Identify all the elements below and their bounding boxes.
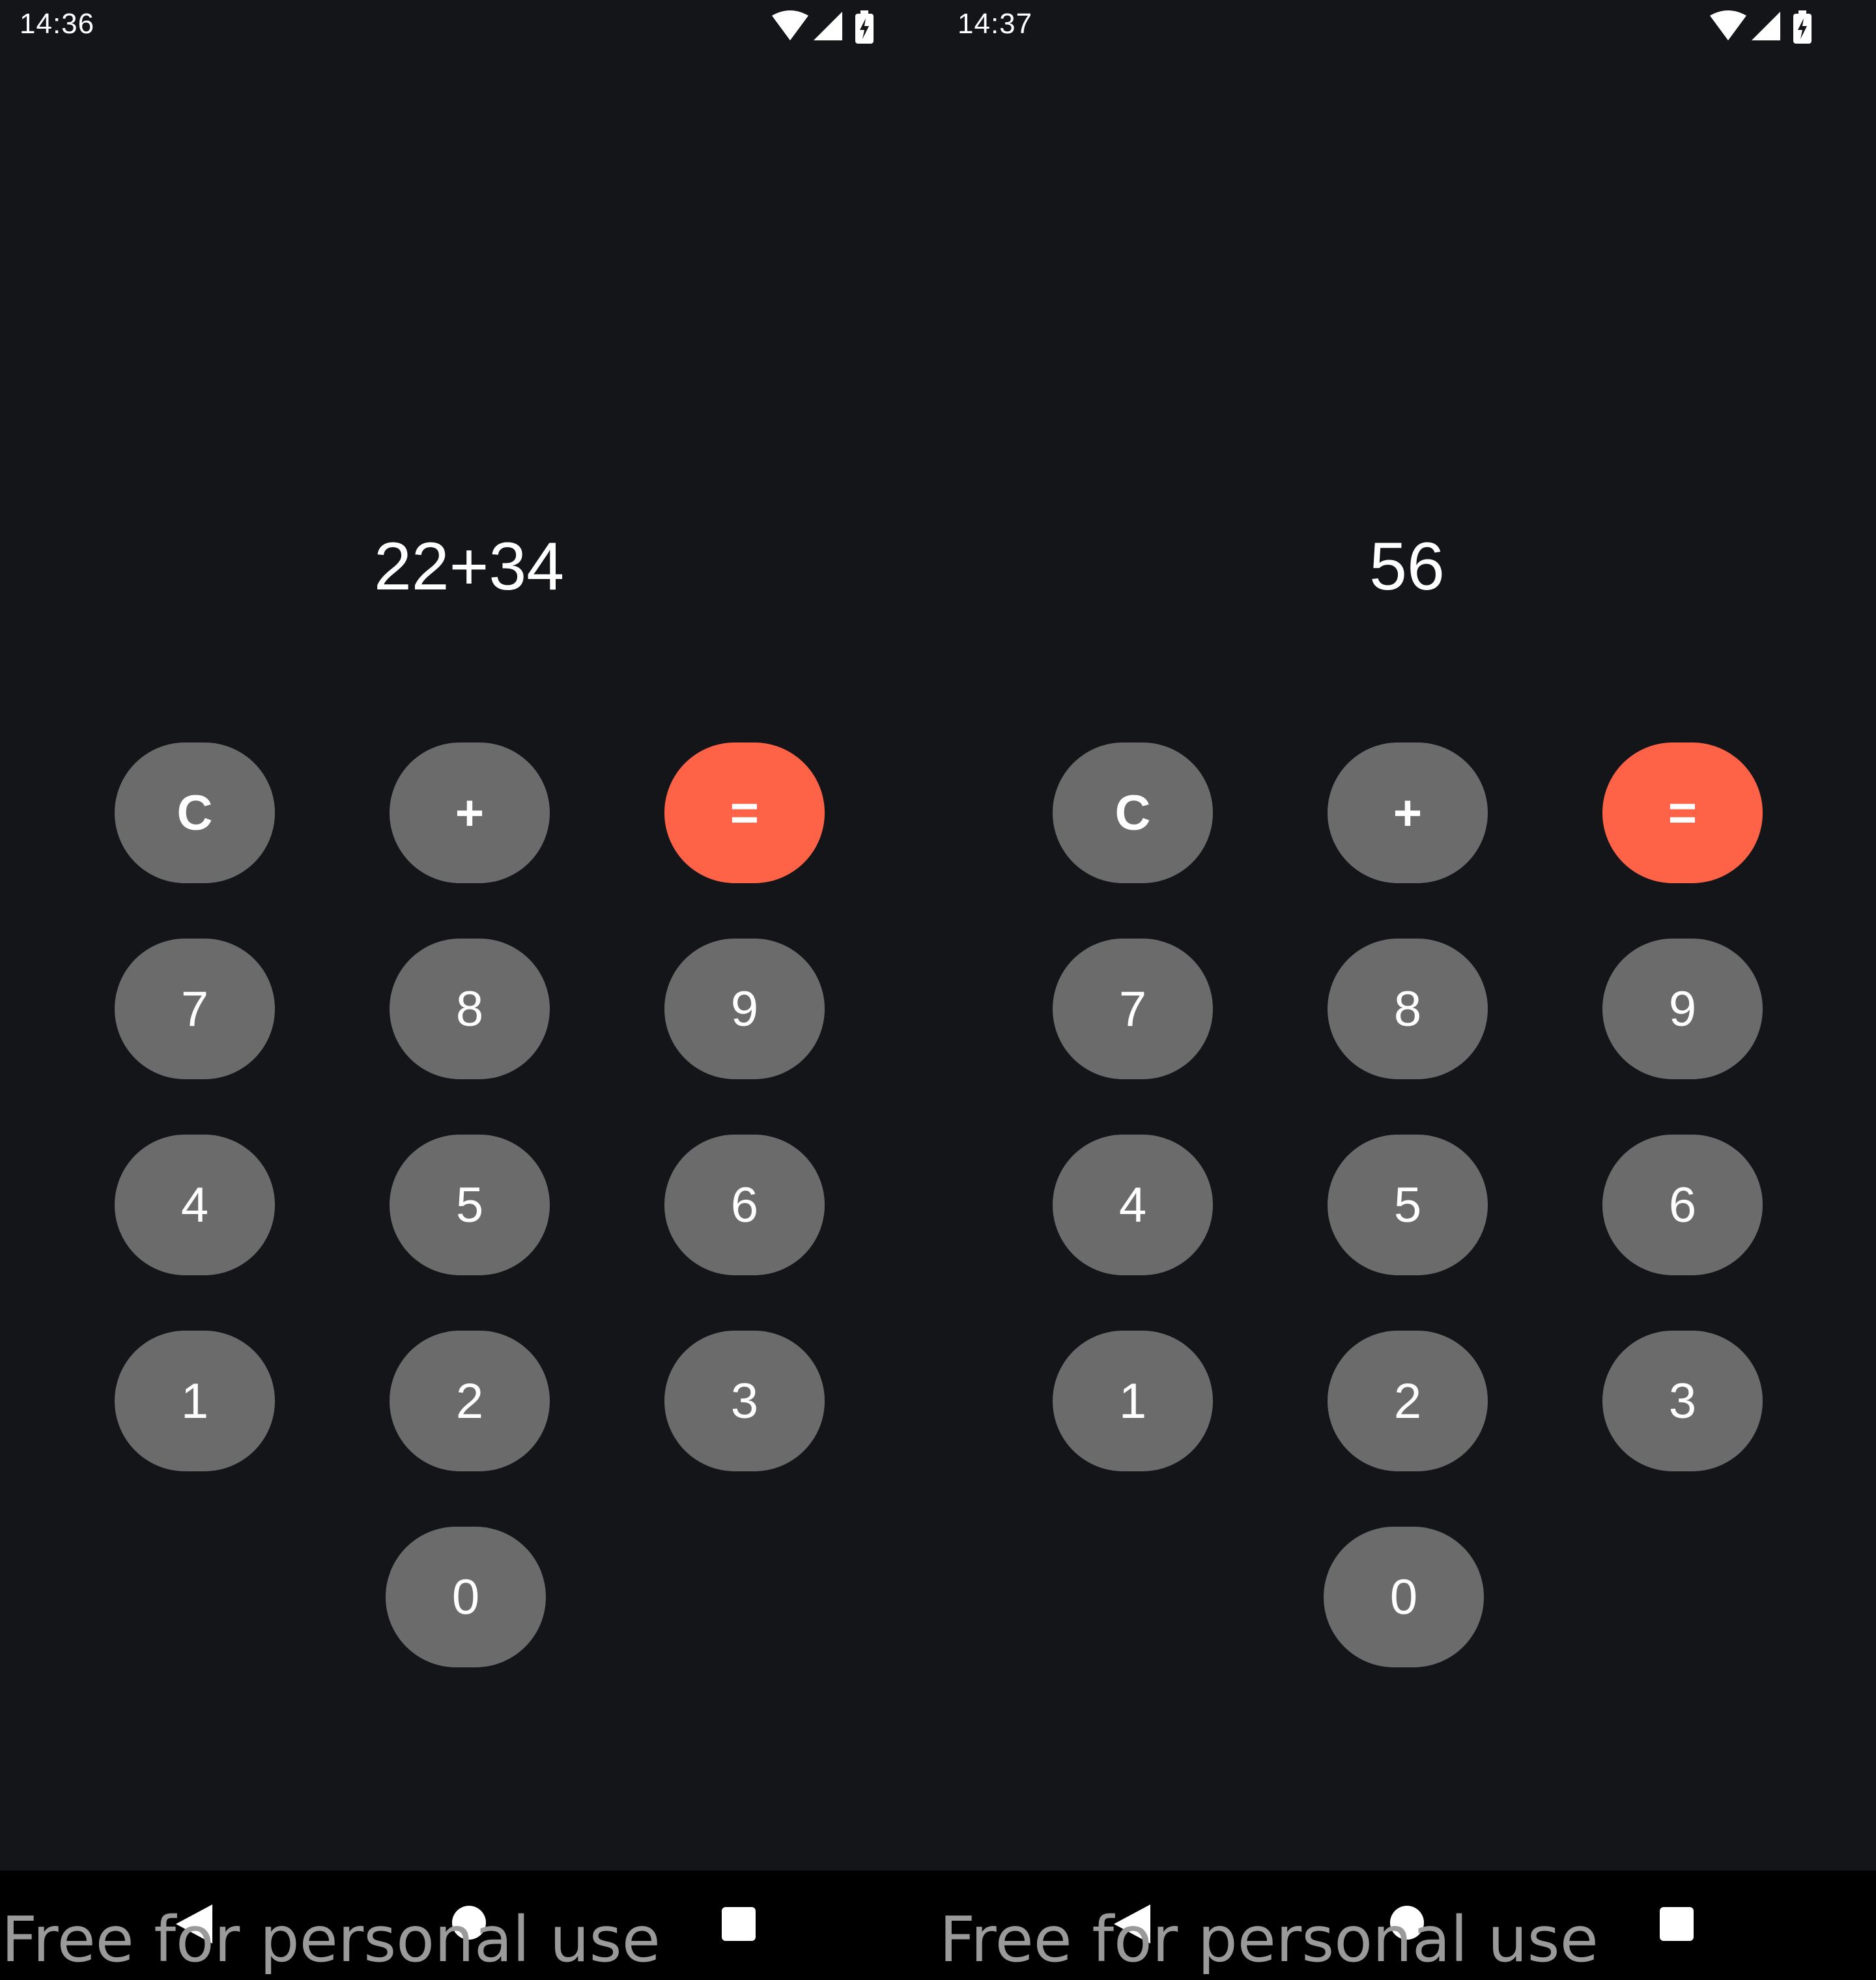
signal-icon (814, 12, 842, 40)
calculator-display: 22+34 (373, 529, 565, 604)
calculator-screen-before: 14:36 22+34 C + = 7 8 9 4 5 6 1 2 3 0 Fr… (0, 0, 938, 1980)
status-bar: 14:37 (938, 0, 1876, 57)
clear-button[interactable]: C (115, 742, 275, 883)
wifi-icon (1710, 10, 1746, 40)
digit-1-button[interactable]: 1 (1053, 1331, 1213, 1471)
calculator-screen-after: 14:37 56 C + = 7 8 9 4 5 6 1 2 3 0 Free … (938, 0, 1876, 1980)
status-time: 14:36 (20, 8, 95, 40)
status-time: 14:37 (958, 8, 1033, 40)
digit-1-button[interactable]: 1 (115, 1331, 275, 1471)
clear-button[interactable]: C (1053, 742, 1213, 883)
digit-9-button[interactable]: 9 (664, 939, 825, 1079)
recents-icon[interactable] (1660, 1907, 1694, 1941)
digit-5-button[interactable]: 5 (1328, 1135, 1488, 1275)
recents-icon[interactable] (722, 1907, 756, 1941)
digit-3-button[interactable]: 3 (664, 1331, 825, 1471)
digit-8-button[interactable]: 8 (1328, 939, 1488, 1079)
equals-button[interactable]: = (664, 742, 825, 883)
digit-8-button[interactable]: 8 (390, 939, 550, 1079)
digit-7-button[interactable]: 7 (115, 939, 275, 1079)
signal-icon (1752, 12, 1780, 40)
equals-button[interactable]: = (1602, 742, 1763, 883)
status-bar: 14:36 (0, 0, 938, 57)
watermark: Free for personal use (939, 1903, 1599, 1976)
battery-charging-icon (1793, 10, 1812, 44)
digit-2-button[interactable]: 2 (390, 1331, 550, 1471)
digit-0-button[interactable]: 0 (386, 1527, 546, 1667)
digit-4-button[interactable]: 4 (1053, 1135, 1213, 1275)
battery-charging-icon (855, 10, 874, 44)
digit-3-button[interactable]: 3 (1602, 1331, 1763, 1471)
watermark: Free for personal use (1, 1903, 661, 1976)
digit-5-button[interactable]: 5 (390, 1135, 550, 1275)
plus-button[interactable]: + (390, 742, 550, 883)
plus-button[interactable]: + (1328, 742, 1488, 883)
digit-0-button[interactable]: 0 (1324, 1527, 1484, 1667)
digit-7-button[interactable]: 7 (1053, 939, 1213, 1079)
digit-2-button[interactable]: 2 (1328, 1331, 1488, 1471)
digit-4-button[interactable]: 4 (115, 1135, 275, 1275)
wifi-icon (772, 10, 808, 40)
calculator-display: 56 (1369, 529, 1445, 604)
digit-6-button[interactable]: 6 (664, 1135, 825, 1275)
digit-9-button[interactable]: 9 (1602, 939, 1763, 1079)
digit-6-button[interactable]: 6 (1602, 1135, 1763, 1275)
